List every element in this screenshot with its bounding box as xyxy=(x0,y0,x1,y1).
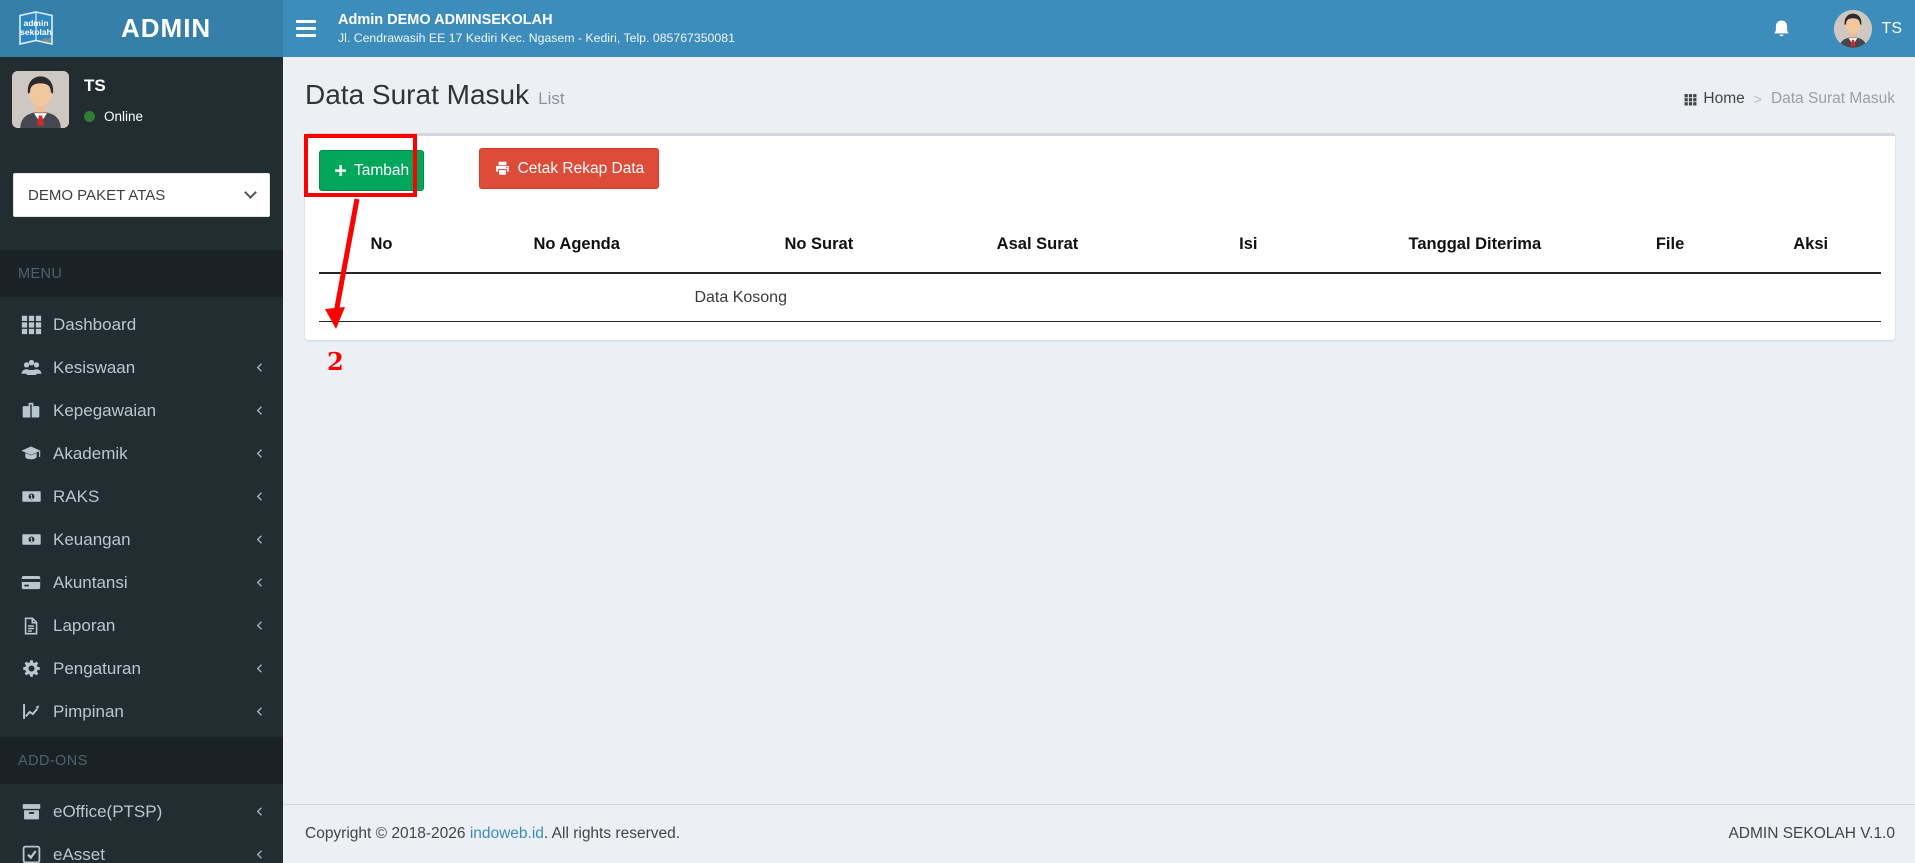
breadcrumb: Home > Data Surat Masuk xyxy=(1684,90,1895,108)
chevron-left-icon xyxy=(253,704,267,719)
chevron-left-icon xyxy=(253,847,267,862)
navbar-user-initials: TS xyxy=(1881,19,1902,37)
package-select-wrap: DEMO PAKET ATAS xyxy=(13,173,270,217)
navbar-right: TS xyxy=(1771,9,1915,48)
sidebar-menu: Dashboard Kesiswaan Kepegawaian Akademik xyxy=(0,297,283,733)
logo-title: ADMIN xyxy=(121,13,212,43)
sidebar: TS Online DEMO PAKET ATAS MENU Dashboard… xyxy=(0,57,283,863)
column-header-no: No xyxy=(319,221,444,274)
content-header: Data Surat Masuk List Home > Data Surat M… xyxy=(283,57,1915,116)
avatar xyxy=(12,71,69,128)
chevron-left-icon xyxy=(253,489,267,504)
chevron-left-icon xyxy=(253,360,267,375)
app-logo[interactable]: admin sekolah .net ADMIN xyxy=(0,0,283,57)
sidebar-item-pimpinan[interactable]: Pimpinan xyxy=(0,690,283,733)
archive-icon xyxy=(18,801,44,822)
sidebar-item-pengaturan[interactable]: Pengaturan xyxy=(0,647,283,690)
th-grid-icon xyxy=(1684,93,1697,106)
chevron-left-icon xyxy=(253,532,267,547)
graduation-cap-icon xyxy=(18,443,44,464)
sidebar-user-info: TS Online xyxy=(84,71,143,173)
online-label: Online xyxy=(104,109,144,124)
line-chart-icon xyxy=(18,701,44,722)
sidebar-toggle-button[interactable] xyxy=(283,0,329,57)
briefcase-icon xyxy=(18,400,44,421)
navbar: Admin DEMO ADMINSEKOLAH Jl. Cendrawasih … xyxy=(283,0,1915,57)
footer: Copyright © 2018-2026 indoweb.id. All ri… xyxy=(283,804,1915,863)
users-icon xyxy=(18,357,44,379)
credit-card-icon xyxy=(18,572,44,593)
sidebar-item-keuangan[interactable]: 1 Keuangan xyxy=(0,518,283,561)
sidebar-item-dashboard[interactable]: Dashboard xyxy=(0,303,283,346)
breadcrumb-home-link[interactable]: Home xyxy=(1703,90,1744,108)
navbar-user-menu[interactable]: TS xyxy=(1833,9,1902,48)
column-header-isi: Isi xyxy=(1146,221,1350,274)
empty-message: Data Kosong xyxy=(694,289,787,306)
table-header-row: No No Agenda No Surat Asal Surat Isi Tan… xyxy=(319,221,1881,274)
sidebar-item-kepegawaian[interactable]: Kepegawaian xyxy=(0,389,283,432)
svg-text:1: 1 xyxy=(29,494,33,501)
column-header-aksi: Aksi xyxy=(1740,221,1881,274)
money-icon: 1 xyxy=(18,486,44,507)
tambah-button[interactable]: Tambah xyxy=(319,150,425,191)
column-header-tanggal-diterima: Tanggal Diterima xyxy=(1349,221,1600,274)
chevron-left-icon xyxy=(253,804,267,819)
column-header-file: File xyxy=(1599,221,1741,274)
school-name: Admin DEMO ADMINSEKOLAH xyxy=(338,12,553,28)
data-panel: Tambah Cetak Rekap Data No No Agenda No … xyxy=(305,133,1895,340)
content-area: Data Surat Masuk List Home > Data Surat M… xyxy=(283,57,1915,863)
column-header-no-surat: No Surat xyxy=(709,221,929,274)
sidebar-item-kesiswaan[interactable]: Kesiswaan xyxy=(0,346,283,389)
chevron-left-icon xyxy=(253,403,267,418)
online-status: Online xyxy=(84,109,143,124)
svg-text:sekolah: sekolah xyxy=(20,27,52,37)
money-icon: 1 xyxy=(18,529,44,550)
breadcrumb-separator: > xyxy=(1753,91,1762,107)
sidebar-user-panel: TS Online xyxy=(0,57,283,173)
cetak-rekap-button[interactable]: Cetak Rekap Data xyxy=(478,148,660,189)
addons-section-header: ADD-ONS xyxy=(0,737,283,784)
online-dot-icon xyxy=(84,111,95,122)
sidebar-item-raks[interactable]: 1 RAKS xyxy=(0,475,283,518)
sidebar-item-akuntansi[interactable]: Akuntansi xyxy=(0,561,283,604)
app-version: ADMIN SEKOLAH V.1.0 xyxy=(1728,825,1895,842)
file-text-icon xyxy=(18,615,44,637)
avatar xyxy=(1833,9,1872,48)
gear-icon xyxy=(18,658,44,679)
indoweb-link[interactable]: indoweb.id xyxy=(470,825,544,842)
annotation-step-number: 2 xyxy=(327,347,344,376)
column-header-no-agenda: No Agenda xyxy=(443,221,710,274)
check-square-icon xyxy=(18,844,44,863)
svg-text:1: 1 xyxy=(29,537,33,544)
breadcrumb-current: Data Surat Masuk xyxy=(1770,90,1895,107)
sidebar-addons-menu: eOffice(PTSP) eAsset xyxy=(0,784,283,863)
column-header-asal-surat: Asal Surat xyxy=(928,221,1147,274)
admin-sekolah-logo-icon: admin sekolah .net xyxy=(19,11,53,45)
top-navbar: admin sekolah .net ADMIN Admin DEMO ADMI… xyxy=(0,0,1915,57)
menu-section-header: MENU xyxy=(0,250,283,297)
sidebar-item-eoffice[interactable]: eOffice(PTSP) xyxy=(0,790,283,833)
page-subtitle: List xyxy=(538,89,565,108)
svg-text:.net: .net xyxy=(41,38,51,44)
school-info: Admin DEMO ADMINSEKOLAH Jl. Cendrawasih … xyxy=(338,11,735,46)
school-address: Jl. Cendrawasih EE 17 Kediri Kec. Ngasem… xyxy=(338,31,735,45)
surat-masuk-table: No No Agenda No Surat Asal Surat Isi Tan… xyxy=(319,221,1881,322)
package-select[interactable]: DEMO PAKET ATAS xyxy=(13,173,270,217)
panel-toolbar: Tambah Cetak Rekap Data xyxy=(319,148,1881,191)
chevron-left-icon xyxy=(253,446,267,461)
plus-icon xyxy=(335,165,346,176)
sidebar-item-laporan[interactable]: Laporan xyxy=(0,604,283,647)
th-grid-icon xyxy=(18,314,44,335)
page-title: Data Surat Masuk List xyxy=(305,79,565,110)
user-name: TS xyxy=(84,76,106,95)
chevron-left-icon xyxy=(253,575,267,590)
copyright: Copyright © 2018-2026 indoweb.id. All ri… xyxy=(305,825,681,842)
notifications-bell-icon[interactable] xyxy=(1771,18,1792,40)
empty-table-row: Data Kosong xyxy=(319,273,1881,322)
sidebar-item-akademik[interactable]: Akademik xyxy=(0,432,283,475)
sidebar-item-easset[interactable]: eAsset xyxy=(0,833,283,863)
printer-icon xyxy=(495,161,509,176)
chevron-left-icon xyxy=(253,661,267,676)
chevron-left-icon xyxy=(253,618,267,633)
